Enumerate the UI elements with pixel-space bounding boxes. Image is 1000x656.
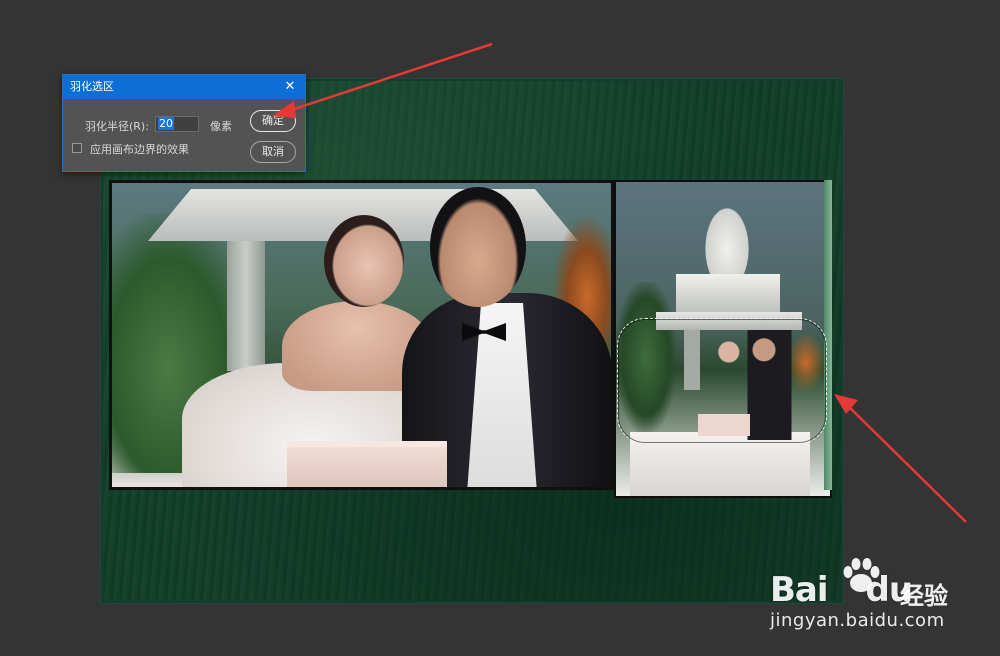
thumb-pedestal [676,274,780,314]
bride-head [324,215,404,307]
watermark-url: jingyan.baidu.com [770,610,945,631]
feather-radius-input[interactable]: 20 [155,116,199,132]
gift-box [287,441,447,487]
dialog-title: 羽化选区 [70,80,114,93]
thumbnail-edge-strip [824,180,832,490]
close-icon[interactable]: ✕ [281,78,299,96]
arrow-to-marquee-line [845,403,967,523]
dialog-titlebar[interactable]: 羽化选区 [63,75,305,99]
checkbox-icon[interactable] [72,143,82,153]
selection-marquee[interactable] [617,318,827,444]
watermark-jingyan-cn: 经验 [900,582,948,610]
thumb-urn [702,202,752,274]
unit-label: 像素 [210,120,232,133]
baidu-paw-icon [843,558,880,592]
cancel-button[interactable]: 取消 [250,141,296,163]
apply-canvas-bounds-label[interactable]: 应用画布边界的效果 [90,141,189,157]
watermark-brand-left: Bai [770,570,829,610]
feather-radius-value: 20 [158,117,174,130]
photo-pillar [227,241,265,371]
ok-button[interactable]: 确定 [250,110,296,132]
baidu-jingyan-watermark: Bai du 经验 jingyan.baidu.com [770,550,970,640]
main-wedding-photo [109,180,614,490]
groom-head [430,187,526,307]
feather-selection-dialog: 羽化选区 ✕ 羽化半径(R): 20 像素 确定 取消 应用画布边界的效果 [62,74,306,172]
feather-radius-label: 羽化半径(R): [85,120,149,133]
